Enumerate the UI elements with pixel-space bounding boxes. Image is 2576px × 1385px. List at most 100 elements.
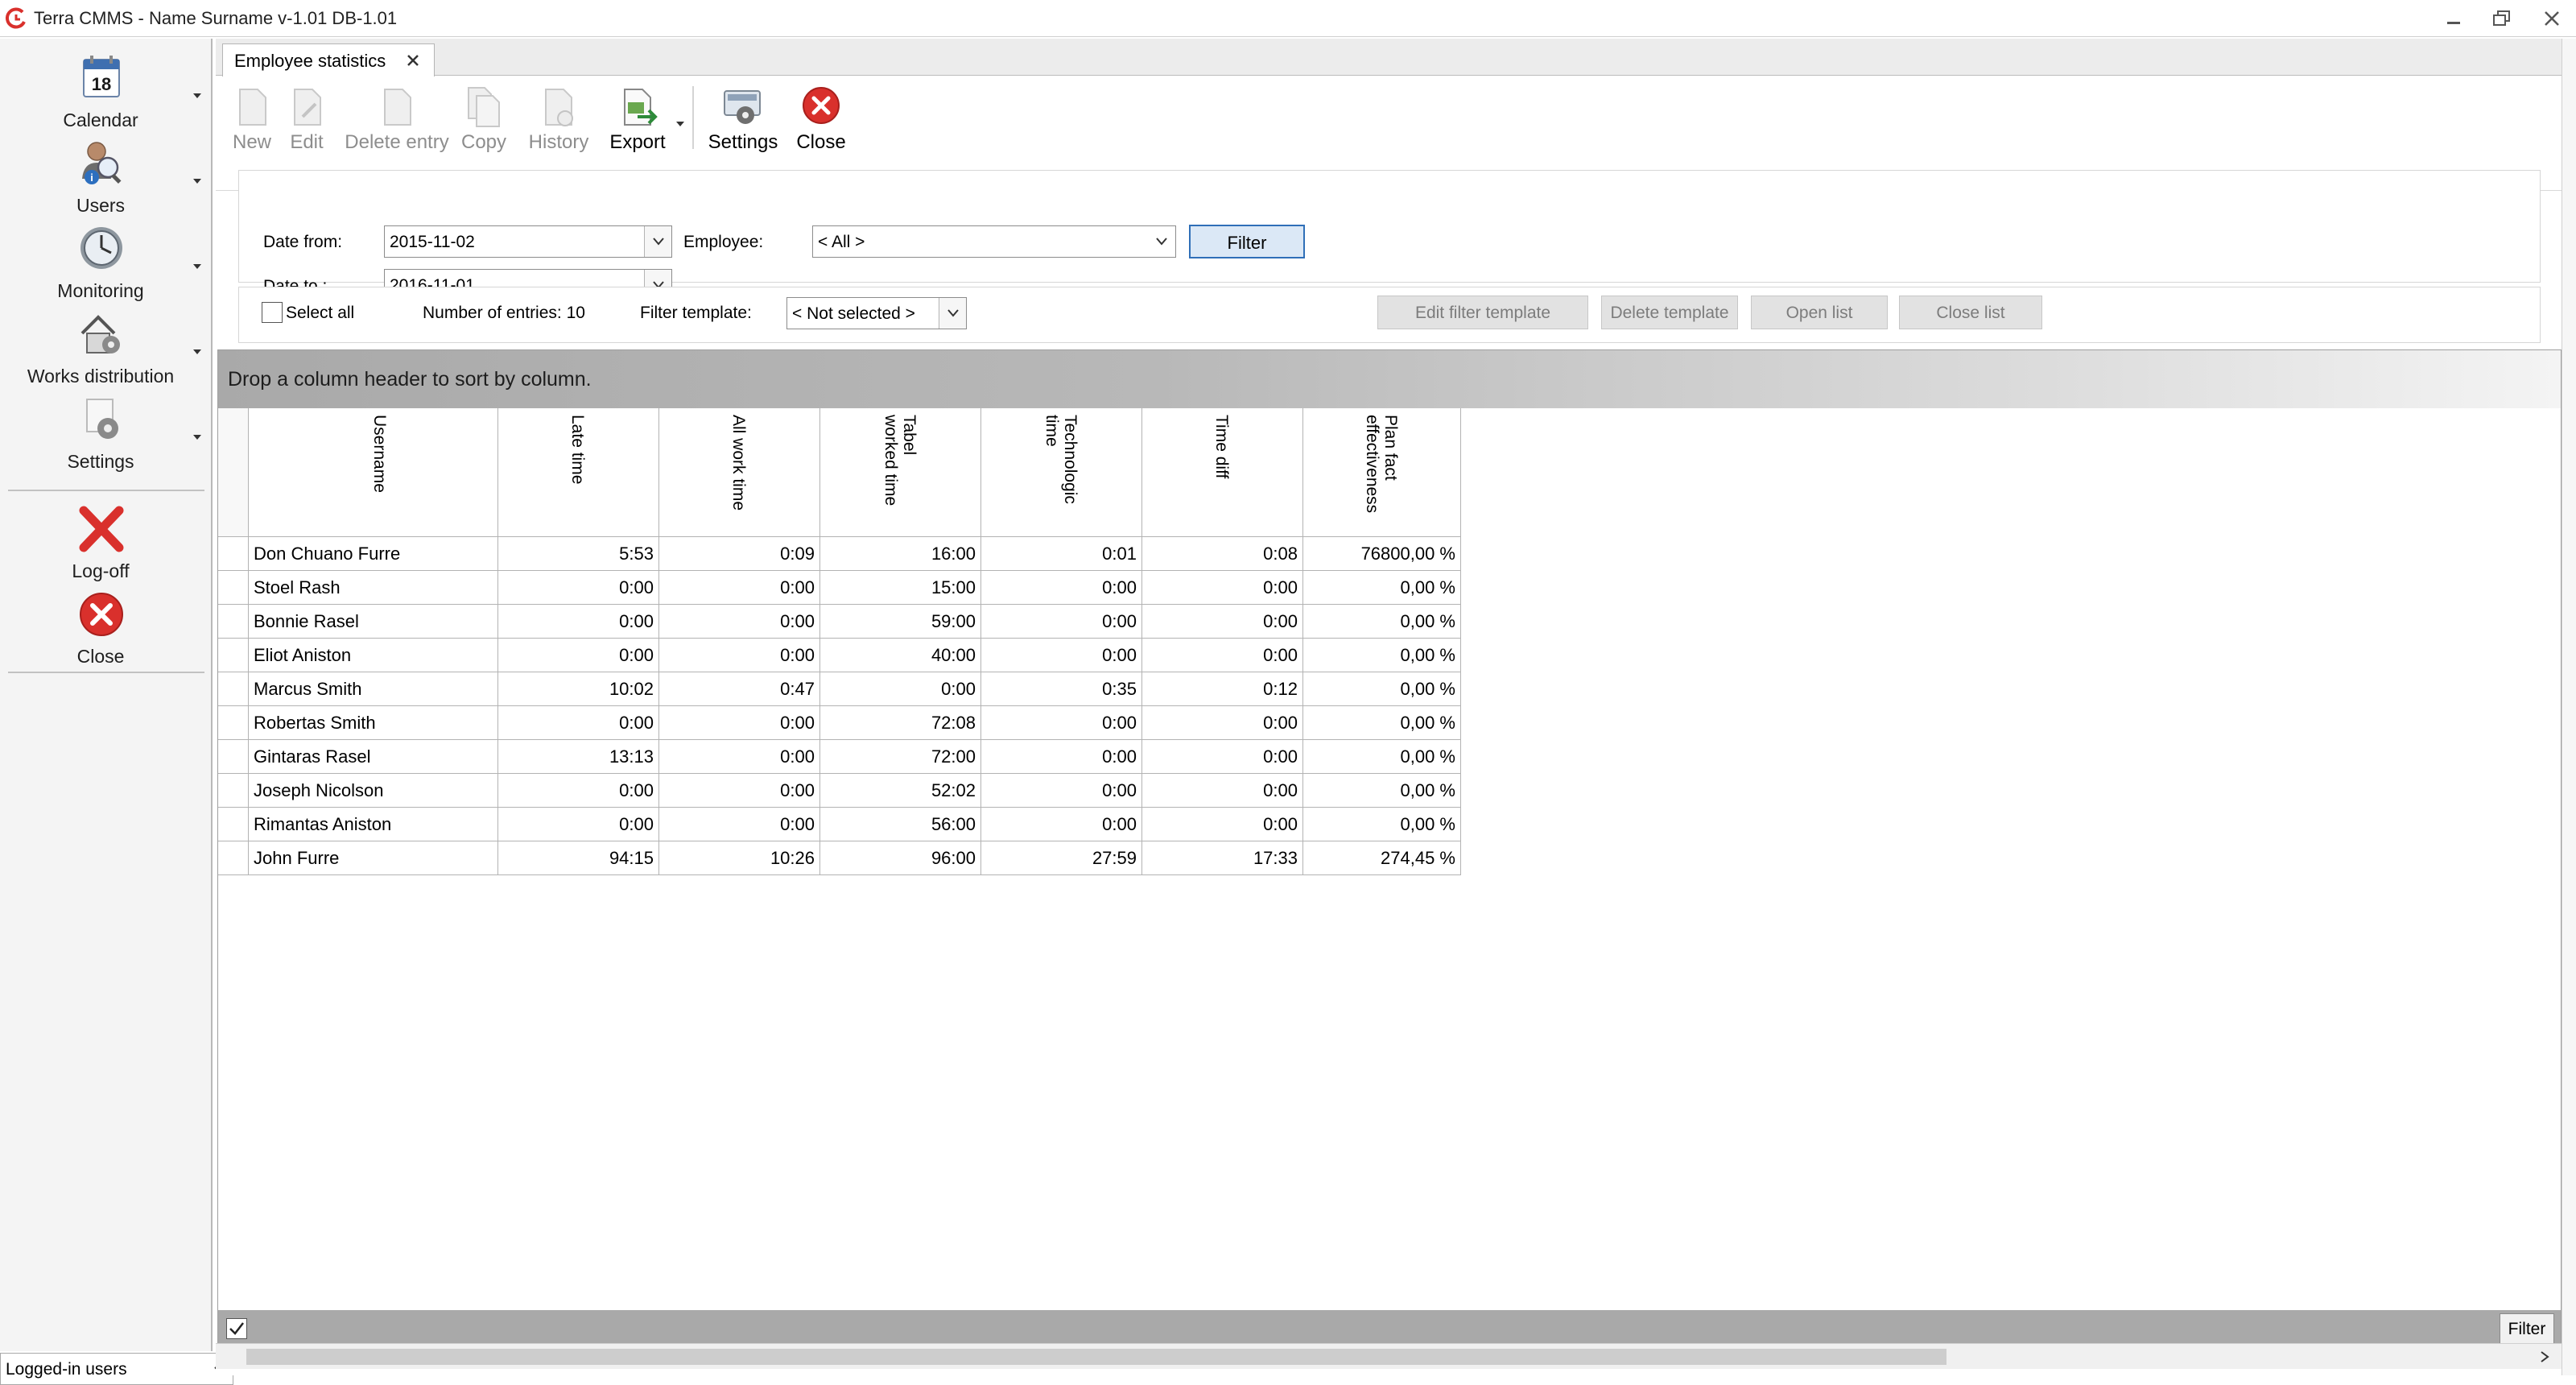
cell-time-diff[interactable]: 0:08 bbox=[1142, 537, 1303, 571]
cell-time-diff[interactable]: 0:00 bbox=[1142, 571, 1303, 605]
horizontal-scrollbar[interactable] bbox=[216, 1343, 2562, 1369]
cell-technologic-time[interactable]: 0:00 bbox=[981, 808, 1142, 841]
cell-time-diff[interactable]: 0:00 bbox=[1142, 639, 1303, 672]
chevron-down-icon[interactable] bbox=[192, 92, 203, 100]
export-button[interactable]: Export bbox=[605, 85, 670, 165]
cell-all-work-time[interactable]: 0:00 bbox=[659, 706, 820, 740]
sidebar-item-monitoring[interactable]: Monitoring bbox=[0, 214, 209, 301]
sidebar-item-close[interactable]: Close bbox=[0, 580, 209, 667]
cell-late-time[interactable]: 0:00 bbox=[498, 706, 659, 740]
cell-plan-fact-effectiveness[interactable]: 0,00 % bbox=[1303, 639, 1461, 672]
edit-filter-template-button[interactable]: Edit filter template bbox=[1377, 296, 1588, 329]
cell-time-diff[interactable]: 0:00 bbox=[1142, 605, 1303, 639]
cell-technologic-time[interactable]: 0:00 bbox=[981, 774, 1142, 808]
filter-template-select[interactable]: < Not selected > bbox=[786, 297, 967, 329]
cell-username[interactable]: Marcus Smith bbox=[249, 672, 498, 706]
employee-dropdown[interactable] bbox=[1148, 226, 1175, 257]
cell-time-diff[interactable]: 0:12 bbox=[1142, 672, 1303, 706]
cell-all-work-time[interactable]: 10:26 bbox=[659, 841, 820, 875]
cell-late-time[interactable]: 0:00 bbox=[498, 774, 659, 808]
history-button[interactable]: History bbox=[525, 85, 592, 165]
date-from-picker[interactable]: 2015-11-02 bbox=[384, 225, 672, 258]
cell-plan-fact-effectiveness[interactable]: 0,00 % bbox=[1303, 672, 1461, 706]
filter-template-dropdown[interactable] bbox=[939, 298, 966, 329]
column-header-username[interactable]: Username bbox=[249, 408, 498, 537]
cell-all-work-time[interactable]: 0:00 bbox=[659, 774, 820, 808]
table-row[interactable]: John Furre 94:15 10:26 96:00 27:59 17:33 274,4… bbox=[218, 841, 1461, 875]
cell-late-time[interactable]: 0:00 bbox=[498, 808, 659, 841]
cell-all-work-time[interactable]: 0:09 bbox=[659, 537, 820, 571]
cell-tabel-worked-time[interactable]: 72:00 bbox=[820, 740, 981, 774]
filter-button[interactable]: Filter bbox=[1189, 225, 1305, 258]
table-row[interactable]: Eliot Aniston 0:00 0:00 40:00 0:00 0:00 0,00 % bbox=[218, 639, 1461, 672]
cell-late-time[interactable]: 94:15 bbox=[498, 841, 659, 875]
column-header-late-time[interactable]: Late time bbox=[498, 408, 659, 537]
cell-technologic-time[interactable]: 0:00 bbox=[981, 571, 1142, 605]
scroll-right-icon[interactable] bbox=[2539, 1350, 2550, 1363]
cell-all-work-time[interactable]: 0:00 bbox=[659, 740, 820, 774]
cell-username[interactable]: Eliot Aniston bbox=[249, 639, 498, 672]
cell-late-time[interactable]: 0:00 bbox=[498, 605, 659, 639]
cell-technologic-time[interactable]: 0:01 bbox=[981, 537, 1142, 571]
delete-entry-button[interactable]: Delete entry bbox=[345, 85, 449, 165]
minimize-icon[interactable] bbox=[2442, 8, 2465, 29]
new-button[interactable]: New bbox=[232, 85, 272, 165]
cell-plan-fact-effectiveness[interactable]: 0,00 % bbox=[1303, 571, 1461, 605]
select-all-label[interactable]: Select all bbox=[286, 304, 354, 323]
cell-time-diff[interactable]: 0:00 bbox=[1142, 740, 1303, 774]
edit-button[interactable]: Edit bbox=[287, 85, 327, 165]
table-row[interactable]: Robertas Smith 0:00 0:00 72:08 0:00 0:00 0,00 … bbox=[218, 706, 1461, 740]
cell-plan-fact-effectiveness[interactable]: 274,45 % bbox=[1303, 841, 1461, 875]
cell-username[interactable]: Bonnie Rasel bbox=[249, 605, 498, 639]
sidebar-item-works-distribution[interactable]: Works distribution bbox=[0, 300, 209, 387]
tab-employee-statistics[interactable]: Employee statistics bbox=[222, 43, 435, 76]
close-list-button[interactable]: Close list bbox=[1899, 296, 2042, 329]
close-icon[interactable] bbox=[405, 52, 421, 68]
cell-all-work-time[interactable]: 0:47 bbox=[659, 672, 820, 706]
cell-tabel-worked-time[interactable]: 52:02 bbox=[820, 774, 981, 808]
cell-plan-fact-effectiveness[interactable]: 0,00 % bbox=[1303, 706, 1461, 740]
cell-time-diff[interactable]: 0:00 bbox=[1142, 808, 1303, 841]
table-row[interactable]: Rimantas Aniston 0:00 0:00 56:00 0:00 0:00 0,0… bbox=[218, 808, 1461, 841]
cell-technologic-time[interactable]: 0:00 bbox=[981, 605, 1142, 639]
table-row[interactable]: Don Chuano Furre 5:53 0:09 16:00 0:01 0:08 768… bbox=[218, 537, 1461, 571]
cell-plan-fact-effectiveness[interactable]: 0,00 % bbox=[1303, 740, 1461, 774]
cell-username[interactable]: Joseph Nicolson bbox=[249, 774, 498, 808]
export-dropdown-icon[interactable] bbox=[675, 120, 686, 128]
sidebar-item-calendar[interactable]: 18 Calendar bbox=[0, 43, 209, 130]
cell-username[interactable]: John Furre bbox=[249, 841, 498, 875]
vertical-scrollbar[interactable] bbox=[2562, 39, 2576, 1375]
column-header-all-work-time[interactable]: All work time bbox=[659, 408, 820, 537]
cell-late-time[interactable]: 13:13 bbox=[498, 740, 659, 774]
footer-filter-button[interactable]: Filter bbox=[2500, 1313, 2554, 1344]
cell-time-diff[interactable]: 17:33 bbox=[1142, 841, 1303, 875]
cell-all-work-time[interactable]: 0:00 bbox=[659, 639, 820, 672]
filter-enable-checkbox[interactable] bbox=[226, 1318, 247, 1339]
cell-tabel-worked-time[interactable]: 96:00 bbox=[820, 841, 981, 875]
copy-button[interactable]: Copy bbox=[459, 85, 509, 165]
cell-all-work-time[interactable]: 0:00 bbox=[659, 571, 820, 605]
delete-template-button[interactable]: Delete template bbox=[1601, 296, 1738, 329]
table-row[interactable]: Joseph Nicolson 0:00 0:00 52:02 0:00 0:00 0,00… bbox=[218, 774, 1461, 808]
logged-in-users-select[interactable]: Logged-in users bbox=[0, 1353, 233, 1385]
cell-tabel-worked-time[interactable]: 0:00 bbox=[820, 672, 981, 706]
cell-tabel-worked-time[interactable]: 72:08 bbox=[820, 706, 981, 740]
select-all-checkbox[interactable] bbox=[262, 302, 283, 323]
cell-tabel-worked-time[interactable]: 40:00 bbox=[820, 639, 981, 672]
sidebar-item-log-off[interactable]: Log-off bbox=[0, 494, 209, 581]
cell-plan-fact-effectiveness[interactable]: 76800,00 % bbox=[1303, 537, 1461, 571]
table-row[interactable]: Bonnie Rasel 0:00 0:00 59:00 0:00 0:00 0,00 % bbox=[218, 605, 1461, 639]
cell-username[interactable]: Don Chuano Furre bbox=[249, 537, 498, 571]
chevron-down-icon[interactable] bbox=[192, 433, 203, 441]
window-close-icon[interactable] bbox=[2541, 8, 2563, 29]
employee-select[interactable]: < All > bbox=[812, 225, 1176, 258]
column-header-technologic-time[interactable]: Technologic time bbox=[981, 408, 1142, 537]
cell-technologic-time[interactable]: 0:35 bbox=[981, 672, 1142, 706]
group-by-panel[interactable]: Drop a column header to sort by column. bbox=[218, 350, 2561, 408]
cell-plan-fact-effectiveness[interactable]: 0,00 % bbox=[1303, 605, 1461, 639]
table-row[interactable]: Marcus Smith 10:02 0:47 0:00 0:35 0:12 0,00 % bbox=[218, 672, 1461, 706]
cell-all-work-time[interactable]: 0:00 bbox=[659, 808, 820, 841]
cell-technologic-time[interactable]: 0:00 bbox=[981, 706, 1142, 740]
chevron-down-icon[interactable] bbox=[192, 348, 203, 356]
cell-technologic-time[interactable]: 0:00 bbox=[981, 639, 1142, 672]
